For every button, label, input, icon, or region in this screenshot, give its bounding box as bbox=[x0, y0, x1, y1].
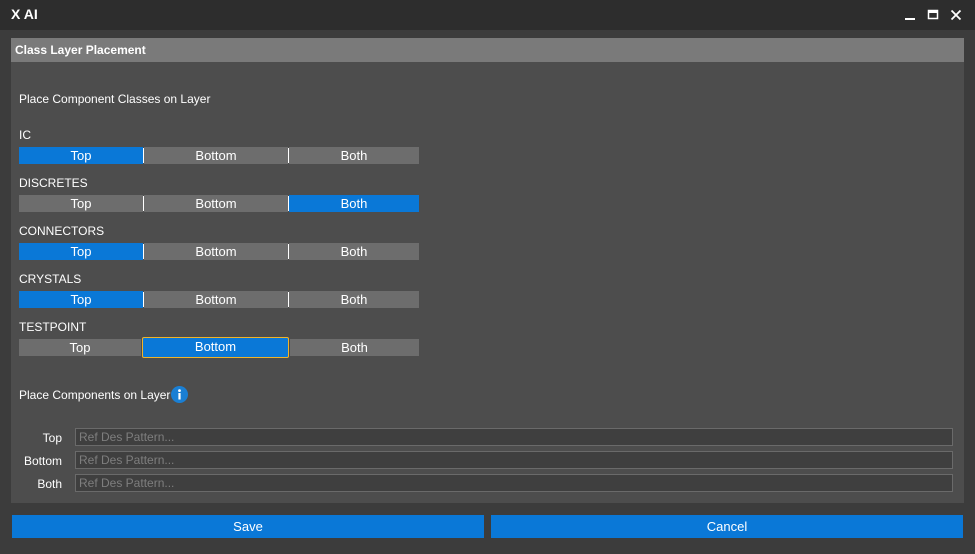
ic-top-option[interactable]: Top bbox=[19, 147, 143, 164]
class-label-ic: IC bbox=[19, 128, 31, 142]
maximize-button[interactable] bbox=[922, 4, 944, 26]
pattern-label-bottom: Bottom bbox=[23, 454, 62, 468]
minimize-icon bbox=[905, 18, 915, 20]
connectors-bottom-option[interactable]: Bottom bbox=[144, 243, 288, 260]
minimize-button[interactable] bbox=[899, 4, 921, 26]
connectors-top-option[interactable]: Top bbox=[19, 243, 143, 260]
segment-crystals: Top Bottom Both bbox=[19, 291, 419, 308]
panel-header-title: Class Layer Placement bbox=[15, 43, 146, 57]
section-title-components: Place Components on Layer bbox=[19, 388, 171, 402]
class-label-testpoint: TESTPOINT bbox=[19, 320, 87, 334]
ref-des-pattern-bottom-input[interactable] bbox=[75, 451, 953, 469]
save-button[interactable]: Save bbox=[12, 515, 484, 538]
section-title-classes: Place Component Classes on Layer bbox=[19, 92, 211, 106]
discretes-both-option[interactable]: Both bbox=[289, 195, 419, 212]
class-layer-placement-panel: Class Layer Placement Place Component Cl… bbox=[11, 38, 964, 503]
ref-des-pattern-top-input[interactable] bbox=[75, 428, 953, 446]
class-label-connectors: CONNECTORS bbox=[19, 224, 105, 238]
crystals-bottom-option[interactable]: Bottom bbox=[144, 291, 288, 308]
ref-des-pattern-both-input[interactable] bbox=[75, 474, 953, 492]
close-button[interactable] bbox=[945, 4, 967, 26]
ic-both-option[interactable]: Both bbox=[289, 147, 419, 164]
class-label-crystals: CRYSTALS bbox=[19, 272, 82, 286]
testpoint-both-option[interactable]: Both bbox=[290, 339, 419, 356]
segment-discretes: Top Bottom Both bbox=[19, 195, 419, 212]
close-icon bbox=[950, 9, 962, 21]
crystals-top-option[interactable]: Top bbox=[19, 291, 143, 308]
discretes-bottom-option[interactable]: Bottom bbox=[144, 195, 288, 212]
pattern-label-both: Both bbox=[37, 477, 62, 491]
title-bar: X AI bbox=[0, 0, 975, 30]
segment-testpoint: Top Bottom Both bbox=[19, 337, 419, 358]
testpoint-top-option[interactable]: Top bbox=[19, 339, 141, 356]
class-label-discretes: DISCRETES bbox=[19, 176, 88, 190]
info-icon[interactable] bbox=[171, 386, 188, 403]
crystals-both-option[interactable]: Both bbox=[289, 291, 419, 308]
ic-bottom-option[interactable]: Bottom bbox=[144, 147, 288, 164]
connectors-both-option[interactable]: Both bbox=[289, 243, 419, 260]
pattern-label-top: Top bbox=[42, 431, 62, 445]
testpoint-bottom-option[interactable]: Bottom bbox=[142, 337, 289, 358]
info-glyph-icon bbox=[178, 389, 181, 400]
cancel-button[interactable]: Cancel bbox=[491, 515, 963, 538]
maximize-icon bbox=[927, 9, 939, 20]
segment-connectors: Top Bottom Both bbox=[19, 243, 419, 260]
window-title: X AI bbox=[11, 6, 38, 22]
panel-header: Class Layer Placement bbox=[11, 38, 964, 62]
segment-ic: Top Bottom Both bbox=[19, 147, 419, 164]
discretes-top-option[interactable]: Top bbox=[19, 195, 143, 212]
